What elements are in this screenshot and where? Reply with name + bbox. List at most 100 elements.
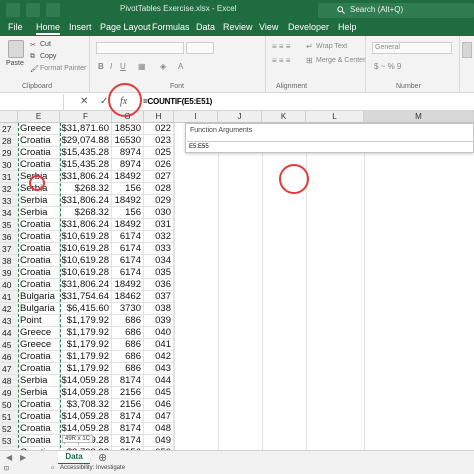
cell-code[interactable]: 044 [144,375,174,387]
row-header[interactable]: 44 [0,327,18,339]
row-header[interactable]: 47 [0,363,18,375]
italic-button[interactable]: I [110,62,112,71]
merge-center-button[interactable]: Merge & Center [316,57,365,64]
undo-icon[interactable] [46,3,60,17]
cell-revenue[interactable]: $14,059.28 [60,375,112,387]
cell-country[interactable]: Greece [18,339,60,351]
cell-code[interactable]: 025 [144,147,174,159]
cell-code[interactable]: 042 [144,351,174,363]
row-header[interactable]: 28 [0,135,18,147]
tab-view[interactable]: View [259,22,278,32]
cell-units[interactable]: 6174 [112,267,144,279]
row-header[interactable]: 39 [0,267,18,279]
paste-button[interactable]: Paste [6,60,24,67]
cell-revenue[interactable]: $14,059.28 [60,423,112,435]
row-header[interactable]: 33 [0,195,18,207]
cell-units[interactable]: 8974 [112,159,144,171]
cell-units[interactable]: 156 [112,183,144,195]
cell-revenue[interactable]: $31,871.60 [60,123,112,135]
tab-data[interactable]: Data [196,22,215,32]
merge-icon[interactable]: ⊞ [306,56,313,65]
cell-units[interactable]: 18492 [112,195,144,207]
cell-units[interactable]: 8974 [112,147,144,159]
row-header[interactable]: 34 [0,207,18,219]
cell-code[interactable]: 039 [144,315,174,327]
cell-country[interactable]: Croatia [18,411,60,423]
row-header[interactable]: 32 [0,183,18,195]
cell-code[interactable]: 028 [144,183,174,195]
cell-code[interactable]: 023 [144,135,174,147]
column-header-j[interactable]: J [218,111,262,123]
row-header[interactable]: 52 [0,423,18,435]
underline-button[interactable]: U [120,62,126,71]
cut-button[interactable]: Cut [40,41,51,48]
cell-units[interactable]: 686 [112,315,144,327]
cell-code[interactable]: 022 [144,123,174,135]
cell-revenue[interactable]: $15,435.28 [60,159,112,171]
cell-code[interactable]: 032 [144,231,174,243]
paste-icon[interactable] [8,40,24,58]
cell-code[interactable]: 035 [144,267,174,279]
row-header[interactable]: 48 [0,375,18,387]
format-painter-icon[interactable]: 🖌 [30,65,39,73]
cell-country[interactable]: Croatia [18,231,60,243]
cell-revenue[interactable]: $268.32 [60,183,112,195]
cell-revenue[interactable]: $3,708.32 [60,399,112,411]
cell-code[interactable]: 029 [144,195,174,207]
tab-insert[interactable]: Insert [69,22,92,32]
cell-revenue[interactable]: $268.32 [60,207,112,219]
cell-country[interactable]: Croatia [18,399,60,411]
cell-country[interactable]: Serbia [18,207,60,219]
align-top-icon[interactable]: ≡ ≡ ≡ [272,42,290,51]
row-header[interactable]: 27 [0,123,18,135]
name-box[interactable] [0,94,64,111]
cell-revenue[interactable]: $1,179.92 [60,339,112,351]
bold-button[interactable]: B [98,62,104,71]
next-sheet-icon[interactable]: ▶ [20,453,26,462]
cell-units[interactable]: 8174 [112,435,144,447]
format-painter-button[interactable]: Format Painter [40,65,86,72]
cell-units[interactable]: 156 [112,207,144,219]
cell-code[interactable]: 041 [144,339,174,351]
row-header[interactable]: 35 [0,219,18,231]
cell-revenue[interactable]: $14,059.28 [60,387,112,399]
cell-code[interactable]: 034 [144,255,174,267]
cell-units[interactable]: 18492 [112,219,144,231]
cell-country[interactable]: Croatia [18,219,60,231]
cell-revenue[interactable]: $29,074.88 [60,135,112,147]
cell-country[interactable]: Greece [18,327,60,339]
function-arguments-range-field[interactable]: E5:E55 [187,141,474,152]
cell-code[interactable]: 037 [144,291,174,303]
wrap-text-button[interactable]: Wrap Text [316,43,347,50]
cell-code[interactable]: 038 [144,303,174,315]
cell-units[interactable]: 16530 [112,135,144,147]
row-header[interactable]: 31 [0,171,18,183]
cell-revenue[interactable]: $14,059.28 [60,411,112,423]
copy-button[interactable]: Copy [40,53,56,60]
tab-formulas[interactable]: Formulas [152,22,190,32]
row-header[interactable]: 43 [0,315,18,327]
cell-units[interactable]: 686 [112,363,144,375]
cell-units[interactable]: 3730 [112,303,144,315]
cell-country[interactable]: Point [18,315,60,327]
cell-code[interactable]: 043 [144,363,174,375]
cell-revenue[interactable]: $31,806.24 [60,279,112,291]
cell-code[interactable]: 040 [144,327,174,339]
add-sheet-button[interactable]: ⊕ [98,451,107,464]
copy-icon[interactable]: ⧉ [30,53,35,61]
cell-units[interactable]: 18492 [112,279,144,291]
cell-country[interactable]: Serbia [18,387,60,399]
row-header[interactable]: 30 [0,159,18,171]
search-input[interactable]: Search (Alt+Q) [318,3,474,18]
cell-units[interactable]: 18492 [112,171,144,183]
cell-revenue[interactable]: $10,619.28 [60,267,112,279]
cell-units[interactable]: 686 [112,327,144,339]
row-header[interactable]: 46 [0,351,18,363]
cell-code[interactable]: 026 [144,159,174,171]
row-header[interactable]: 53 [0,435,18,447]
column-header-m[interactable]: M [364,111,474,123]
cell-country[interactable]: Croatia [18,159,60,171]
tab-home[interactable]: Home [36,22,61,35]
cell-country[interactable]: Greece [18,123,60,135]
cell-country[interactable]: Croatia [18,135,60,147]
